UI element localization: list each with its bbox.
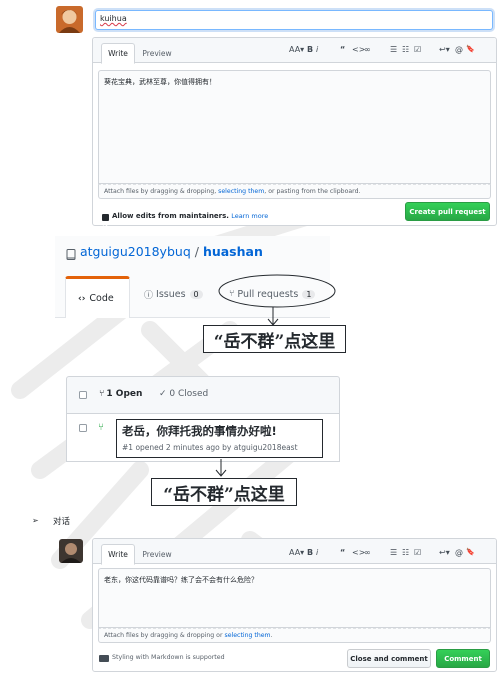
- repo-icon: [66, 246, 76, 260]
- pr-body-textarea[interactable]: 葵花宝典，武林至尊，你值得拥有！: [98, 70, 491, 184]
- pr-item-meta: #1 opened 2 minutes ago by atguigu2018ea…: [122, 443, 298, 452]
- bullet-list-icon[interactable]: ☰: [390, 45, 402, 54]
- task-list-icon[interactable]: ☑: [414, 548, 439, 557]
- pr-title-input[interactable]: kuihua: [95, 10, 493, 30]
- open-filter-label: 1 Open: [106, 389, 143, 399]
- comment-button[interactable]: Comment: [436, 649, 490, 668]
- numbered-list-icon[interactable]: ☷: [402, 548, 414, 557]
- code-icon[interactable]: <>: [352, 45, 365, 54]
- italic-icon[interactable]: i: [316, 548, 340, 557]
- markdown-icon: [99, 655, 109, 662]
- link-icon[interactable]: ∞: [364, 548, 390, 557]
- close-and-comment-button[interactable]: Close and comment: [347, 649, 431, 668]
- comment-textarea[interactable]: 老东，你这代码靠谱吗？练了会不会有什么危险？: [98, 568, 491, 628]
- pr-item-title-link[interactable]: 老岳，你拜托我的事情办好啦!: [122, 423, 277, 439]
- pr-attach-bar: Attach files by dragging & dropping, sel…: [98, 184, 491, 199]
- open-pr-icon: ⑂: [98, 422, 104, 433]
- tab-issues[interactable]: ⓘ Issues 0: [144, 286, 203, 302]
- bold-icon[interactable]: B: [307, 548, 316, 557]
- pr-form: kuihua Write Preview AA▾ B i “ <> ∞ ☰ ☷ …: [92, 6, 497, 229]
- check-icon: ✓: [159, 389, 167, 399]
- tab-code[interactable]: ‹› Code: [65, 276, 130, 318]
- link-icon[interactable]: ∞: [364, 45, 390, 54]
- code-icon[interactable]: <>: [352, 548, 365, 557]
- pr-list-header: ⑂ 1 Open ✓ 0 Closed: [66, 376, 340, 414]
- pr-body-text: 葵花宝典，武林至尊，你值得拥有！: [104, 78, 216, 86]
- bullet-list-icon[interactable]: ☰: [390, 548, 402, 557]
- closed-filter[interactable]: ✓ 0 Closed: [159, 389, 208, 399]
- format-toolbar: AA▾ B i “ <> ∞ ☰ ☷ ☑ ↩▾ @ 🔖: [289, 545, 493, 559]
- reply-icon[interactable]: ↩▾: [439, 548, 455, 557]
- callout-label-2: “岳不群”点这里: [151, 478, 297, 506]
- allow-edits-checkbox[interactable]: [102, 214, 109, 229]
- bold-icon[interactable]: B: [307, 45, 316, 54]
- callout-arrow: [215, 459, 227, 477]
- repo-slash: /: [194, 244, 199, 259]
- allow-edits-label: Allow edits from maintainers.: [112, 212, 229, 220]
- comment-body-text: 老东，你这代码靠谱吗？练了会不会有什么危险？: [104, 576, 258, 584]
- italic-icon[interactable]: i: [316, 45, 340, 54]
- issue-icon: ⓘ: [144, 290, 154, 301]
- attach-text-end: .: [270, 632, 273, 639]
- reply-icon[interactable]: ↩▾: [439, 45, 455, 54]
- mention-icon[interactable]: @: [455, 548, 466, 557]
- attach-text: Attach files by dragging & dropping,: [104, 188, 219, 195]
- header-icon[interactable]: AA▾: [289, 45, 307, 54]
- pr-editor: Write Preview AA▾ B i “ <> ∞ ☰ ☷ ☑ ↩▾ @ …: [92, 37, 497, 229]
- tab-write[interactable]: Write: [101, 43, 135, 64]
- avatar: [59, 539, 83, 563]
- select-files-link[interactable]: selecting them: [218, 188, 264, 195]
- repo-owner-link[interactable]: atguigu2018ybuq: [80, 244, 191, 259]
- task-list-icon[interactable]: ☑: [414, 45, 439, 54]
- quote-icon[interactable]: “: [340, 548, 352, 557]
- bookmark-icon[interactable]: 🔖: [466, 548, 476, 556]
- mention-icon[interactable]: @: [455, 45, 466, 54]
- markdown-note[interactable]: Styling with Markdown is supported: [112, 654, 225, 661]
- learn-more-link[interactable]: Learn more: [231, 212, 268, 220]
- bullet-arrow-icon: ➢: [32, 516, 39, 525]
- open-filter[interactable]: ⑂ 1 Open: [99, 389, 142, 399]
- quote-icon[interactable]: “: [340, 45, 352, 54]
- callout-label: “岳不群”点这里: [203, 325, 346, 353]
- numbered-list-icon[interactable]: ☷: [402, 45, 414, 54]
- header-icon[interactable]: AA▾: [289, 548, 307, 557]
- section-heading: 对话: [53, 517, 71, 527]
- issues-counter: 0: [189, 289, 203, 299]
- tab-preview[interactable]: Preview: [139, 43, 175, 64]
- select-files-link[interactable]: selecting them: [224, 632, 270, 639]
- code-icon: ‹›: [78, 293, 86, 304]
- highlight-ellipse: [218, 274, 336, 326]
- pr-title-value: kuihua: [100, 14, 127, 23]
- create-pull-request-button[interactable]: Create pull request: [405, 202, 490, 221]
- format-toolbar: AA▾ B i “ <> ∞ ☰ ☷ ☑ ↩▾ @ 🔖: [289, 42, 493, 56]
- pull-request-icon: ⑂: [99, 389, 105, 399]
- closed-filter-label: 0 Closed: [169, 389, 209, 399]
- allow-edits-row: Allow edits from maintainers. Learn more: [112, 212, 268, 220]
- attach-text-end: , or pasting from the clipboard.: [264, 188, 361, 195]
- tab-preview[interactable]: Preview: [139, 544, 175, 565]
- comment-attach-bar: Attach files by dragging & dropping or s…: [98, 628, 491, 643]
- repo-title: atguigu2018ybuq / huashan: [80, 244, 263, 259]
- repo-name-link[interactable]: huashan: [203, 244, 263, 259]
- bookmark-icon[interactable]: 🔖: [466, 45, 476, 53]
- tab-issues-label: Issues: [156, 288, 186, 300]
- avatar: [56, 6, 83, 33]
- pr-item-checkbox[interactable]: [79, 424, 87, 432]
- select-all-checkbox[interactable]: [79, 391, 87, 399]
- comment-editor: Write Preview AA▾ B i “ <> ∞ ☰ ☷ ☑ ↩▾ @ …: [92, 538, 497, 672]
- attach-text: Attach files by dragging & dropping or: [104, 632, 225, 639]
- tab-code-label: Code: [89, 293, 114, 304]
- tab-write[interactable]: Write: [101, 544, 135, 565]
